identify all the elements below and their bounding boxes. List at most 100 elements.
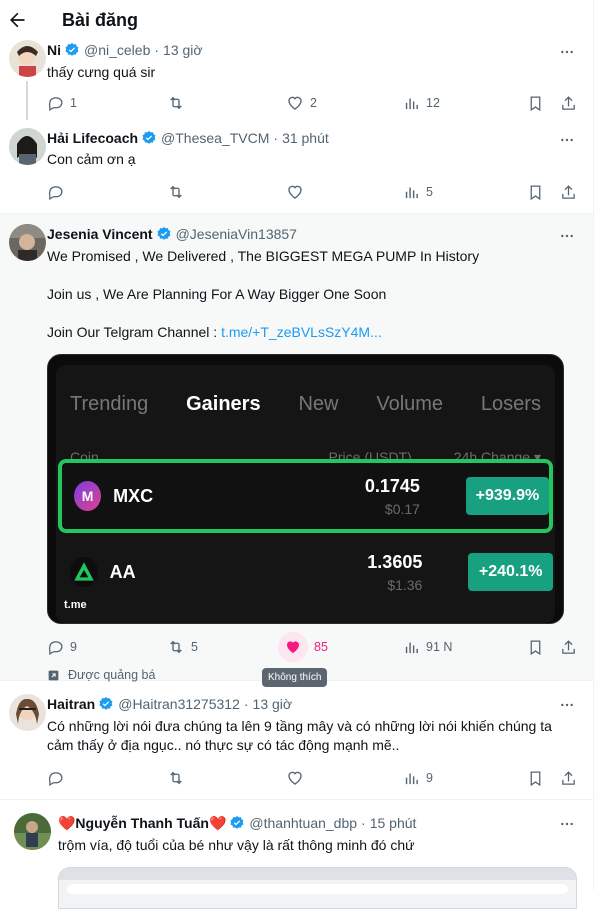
coin-usd: $0.17 [384,500,420,517]
tweet-text-line: We Promised , We Delivered , The BIGGEST… [47,248,480,264]
verified-badge-icon [229,815,245,831]
post-time[interactable]: 15 phút [370,815,417,831]
embedded-screenshot-image[interactable] [58,867,577,909]
separator-dot: · [361,815,366,831]
post-time[interactable]: 13 giờ [163,42,203,58]
separator-dot: · [273,130,279,146]
tweet-text-line: Join Our Telgram Channel : t.me/+T_zeBVL… [47,323,577,342]
arrow-left-icon [10,12,25,28]
heart-icon [288,96,302,110]
tweet-jesenia-vincent-promoted[interactable]: Jesenia Vincent @JeseniaVin13857 We Prom… [0,214,593,687]
share-icon[interactable] [560,184,577,201]
author-name[interactable]: Jesenia Vincent [47,226,153,242]
views-button[interactable]: 91 N [403,639,527,656]
mxc-logo-icon: M [74,481,102,511]
like-button[interactable]: 85 Không thích [262,632,403,687]
telegram-link[interactable]: t.me/+T_zeBVLsSzY4M... [221,324,382,340]
market-tabs: Trending Gainers New Volume Losers [70,393,541,416]
reply-button[interactable] [47,770,167,787]
tab-new: New [298,393,339,415]
tab-volume: Volume [376,393,444,415]
author-handle[interactable]: @Thesea_TVCM [161,130,269,146]
bookmark-icon[interactable] [527,639,544,656]
reply-count: 9 [70,640,77,654]
author-handle[interactable]: @JeseniaVin13857 [176,226,297,242]
post-page: Bài đăng Ni @ni_celeb · 13 giờ thấy cưng… [0,0,594,909]
reply-button[interactable]: 9 [47,639,167,656]
bookmark-icon[interactable] [527,95,544,112]
share-icon[interactable] [560,639,577,656]
coin-price: 0.1745 [364,475,420,496]
views-button[interactable]: 12 [403,95,527,112]
views-count: 5 [426,185,433,199]
verified-badge-icon [156,226,172,242]
heart-icon [288,185,302,199]
retweet-button[interactable] [167,183,286,201]
avatar[interactable] [14,813,51,850]
back-button[interactable] [0,10,37,30]
page-header: Bài đăng [0,0,593,40]
tweet-nguyen-thanh-tuan[interactable]: ❤️Nguyễn Thanh Tuấn❤️ @thanhtuan_dbp · 1… [0,800,593,909]
share-icon[interactable] [560,770,577,787]
separator-dot: · [154,42,160,58]
post-time[interactable]: 31 phút [282,130,329,146]
share-icon[interactable] [560,95,577,112]
avatar[interactable] [8,128,46,165]
coin-price: 1.3605 [367,551,423,572]
author-handle[interactable]: @Haitran31275312 [118,696,240,712]
more-options-icon[interactable] [559,816,575,835]
tweet-hai-lifecoach[interactable]: Hải Lifecoach @Thesea_TVCM · 31 phút Con… [0,120,593,213]
avatar[interactable] [8,224,46,261]
tab-losers: Losers [480,393,541,415]
coin-name: MXC [113,485,154,506]
bookmark-icon[interactable] [527,770,544,787]
heart-filled-icon [287,641,299,653]
reply-icon [48,96,63,111]
more-options-icon[interactable] [559,697,575,716]
aa-logo-icon [70,557,98,587]
page-title: Bài đăng [62,9,139,30]
views-button[interactable]: 9 [403,770,527,787]
like-button[interactable]: 2 [286,94,403,112]
author-handle[interactable]: @ni_celeb [84,42,150,58]
separator-dot: · [243,696,249,712]
reply-count: 1 [70,96,77,110]
retweet-button[interactable] [167,94,286,112]
retweet-button[interactable] [167,769,286,787]
retweet-count: 5 [191,640,198,654]
views-bar-chart-icon [405,773,418,784]
retweet-icon [170,96,182,110]
media-card[interactable]: Trending Gainers New Volume Losers Coin … [47,354,564,624]
tweet-text: thấy cưng quá sir [47,64,156,80]
more-options-icon[interactable] [559,228,575,247]
author-name[interactable]: Hải Lifecoach [47,130,138,146]
tab-trending: Trending [70,393,149,415]
tweet-haitran[interactable]: Haitran @Haitran31275312 · 13 giờ Có nhữ… [0,681,593,799]
more-options-icon[interactable] [559,132,575,151]
views-bar-chart-icon [405,642,418,653]
author-name[interactable]: Haitran [47,696,95,712]
more-options-icon[interactable] [559,44,575,63]
reply-button[interactable]: 1 [47,95,167,112]
author-name[interactable]: Ni [47,42,61,58]
like-button[interactable] [286,769,403,787]
bookmark-icon[interactable] [527,184,544,201]
views-count: 12 [426,96,440,110]
reply-button[interactable] [47,184,167,201]
views-bar-chart-icon [405,98,418,109]
coin-row-aa: AA 1.3605 $1.36 +240.1% [58,539,553,605]
like-button[interactable] [286,183,403,201]
change-badge: +240.1% [468,553,553,591]
verified-badge-icon [64,42,80,58]
like-count: 2 [310,96,317,110]
retweet-button[interactable]: 5 [167,638,278,656]
avatar[interactable] [8,694,46,731]
views-button[interactable]: 5 [403,184,527,201]
avatar[interactable] [8,40,46,77]
promoted-text: Được quảng bá [68,668,156,682]
author-handle[interactable]: @thanhtuan_dbp [249,815,357,831]
author-name[interactable]: ❤️Nguyễn Thanh Tuấn❤️ [58,815,226,832]
post-time[interactable]: 13 giờ [253,696,293,712]
tweet-ni[interactable]: Ni @ni_celeb · 13 giờ thấy cưng quá sir … [0,40,593,120]
like-count: 85 [314,640,328,654]
